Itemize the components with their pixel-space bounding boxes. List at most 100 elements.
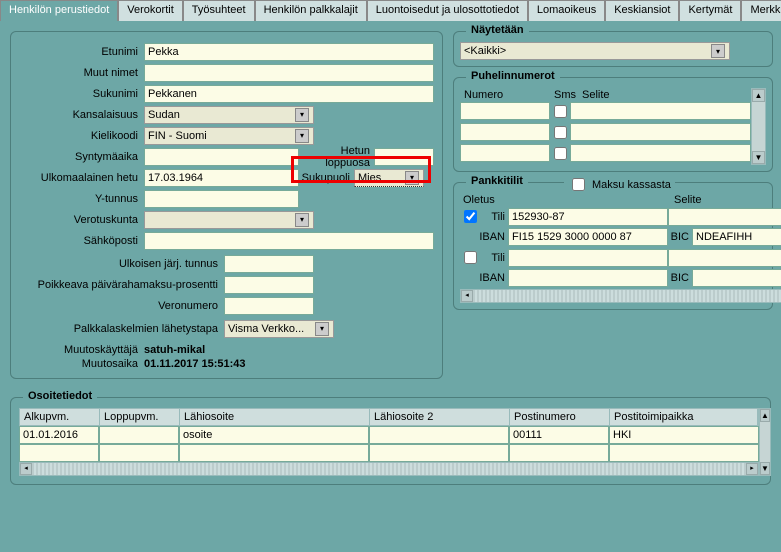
input-sukunimi[interactable] (144, 85, 434, 103)
scroll-down-icon[interactable]: ▼ (760, 462, 770, 475)
select-kansalaisuus-value[interactable] (145, 107, 295, 123)
phone-sms-2[interactable] (554, 126, 567, 139)
addr-loppu-1[interactable] (99, 426, 179, 444)
addr-hscroll[interactable]: ◂ ▸ (19, 462, 759, 476)
input-muut[interactable] (144, 64, 434, 82)
input-ulktunnus[interactable] (224, 255, 314, 273)
addr-postitp-1[interactable] (609, 426, 759, 444)
col-lahiosoite: Lähiosoite (180, 409, 370, 425)
label-lahetys: Palkkalaskelmien lähetystapa (19, 323, 224, 335)
select-kielikoodi-value[interactable] (145, 128, 295, 144)
scroll-left-icon[interactable]: ◂ (20, 463, 32, 475)
scroll-right-icon[interactable]: ▸ (746, 463, 758, 475)
input-poikkeava[interactable] (224, 276, 314, 294)
select-lahetystapa-value[interactable] (225, 321, 315, 337)
phone-numero-3[interactable] (460, 144, 550, 162)
addr-postino-1[interactable] (509, 426, 609, 444)
dropdown-icon[interactable]: ▾ (711, 44, 725, 58)
select-lahetystapa[interactable]: ▾ (224, 320, 334, 338)
bank-oletus-1[interactable] (464, 210, 477, 223)
addr-lahi-2[interactable] (179, 444, 369, 462)
dropdown-icon[interactable]: ▾ (405, 171, 419, 185)
label-veronro: Veronumero (19, 300, 224, 312)
phone-selite-3[interactable] (570, 144, 751, 162)
label-bic2: BIC (668, 272, 692, 284)
bank-bic-2[interactable] (692, 269, 781, 287)
value-muutosaika: 01.11.2017 15:51:43 (144, 358, 246, 370)
addr-scrollbar[interactable]: ▲ ▼ (759, 408, 771, 476)
tab-verokortit[interactable]: Verokortit (118, 0, 182, 21)
scroll-up-icon[interactable]: ▲ (760, 409, 770, 422)
dropdown-icon[interactable]: ▾ (295, 213, 309, 227)
bank-tili-2[interactable] (508, 249, 668, 267)
label-muutosaika: Muutosaika (19, 358, 144, 370)
input-ytunnus[interactable] (144, 190, 299, 208)
label-bic: BIC (668, 231, 692, 243)
dropdown-icon[interactable]: ▾ (295, 108, 309, 122)
bank-bic-1[interactable] (692, 228, 781, 246)
select-kansalaisuus[interactable]: ▾ (144, 106, 314, 124)
addr-postino-2[interactable] (509, 444, 609, 462)
col-loppupvm: Loppupvm. (100, 409, 180, 425)
phone-numero-1[interactable] (460, 102, 550, 120)
addr-lahi-1[interactable] (179, 426, 369, 444)
tab-luontoisedut[interactable]: Luontoisedut ja ulosottotiedot (367, 0, 528, 21)
osoite-title: Osoitetiedot (23, 390, 97, 402)
addr-lahi2-2[interactable] (369, 444, 509, 462)
input-veronumero[interactable] (224, 297, 314, 315)
label-verotusk: Verotuskunta (19, 214, 144, 226)
person-basic-panel: Etunimi Muut nimet Sukunimi Kansalaisuus… (10, 31, 443, 379)
bank-iban-1[interactable] (508, 228, 668, 246)
addr-alku-1[interactable] (19, 426, 99, 444)
bank-oletus-2[interactable] (464, 251, 477, 264)
label-ulkhetu: Ulkomaalainen hetu (19, 172, 144, 184)
phone-selite-2[interactable] (570, 123, 751, 141)
tab-tyosuhteet[interactable]: Työsuhteet (183, 0, 255, 21)
addr-postitp-2[interactable] (609, 444, 759, 462)
select-sukupuoli[interactable]: ▾ (354, 169, 424, 187)
label-iban: IBAN (478, 231, 508, 243)
scroll-left-icon[interactable]: ◂ (461, 290, 473, 302)
label-muutoskayttaja: Muutoskäyttäjä (19, 344, 144, 356)
dropdown-icon[interactable]: ▾ (295, 129, 309, 143)
scroll-up-icon[interactable]: ▲ (752, 89, 765, 102)
input-sahkoposti[interactable] (144, 232, 434, 250)
chk-maksukassasta[interactable] (572, 178, 585, 191)
input-ulkhetu[interactable] (144, 169, 299, 187)
select-verotuskunta-value[interactable] (145, 212, 295, 228)
phone-sms-3[interactable] (554, 147, 567, 160)
addr-alku-2[interactable] (19, 444, 99, 462)
tab-palkkalajit[interactable]: Henkilön palkkalajit (255, 0, 367, 21)
tab-kertymat[interactable]: Kertymät (679, 0, 741, 21)
bank-tili-1[interactable] (508, 208, 668, 226)
phone-scrollbar[interactable]: ▲ ▼ (751, 88, 766, 165)
bank-selite-1[interactable] (668, 208, 781, 226)
scroll-down-icon[interactable]: ▼ (752, 151, 765, 164)
addr-lahi2-1[interactable] (369, 426, 509, 444)
select-naytetaan[interactable]: ▾ (460, 42, 730, 60)
dropdown-icon[interactable]: ▾ (315, 322, 329, 336)
phone-numero-2[interactable] (460, 123, 550, 141)
tab-merkkipaivat[interactable]: Merkkipäivät (741, 0, 781, 21)
input-etunimi[interactable] (144, 43, 434, 61)
col-postitoimipaikka: Postitoimipaikka (610, 409, 758, 425)
tab-perustiedot[interactable]: Henkilön perustiedot (0, 0, 118, 21)
input-hetuloppu[interactable] (374, 148, 434, 166)
label-ulktunnus: Ulkoisen järj. tunnus (19, 258, 224, 270)
tab-keskiansiot[interactable]: Keskiansiot (605, 0, 679, 21)
select-kielikoodi[interactable]: ▾ (144, 127, 314, 145)
input-syntymaaika[interactable] (144, 148, 299, 166)
select-verotuskunta[interactable]: ▾ (144, 211, 314, 229)
tab-lomaoikeus[interactable]: Lomaoikeus (528, 0, 605, 21)
phone-selite-1[interactable] (570, 102, 751, 120)
label-tili2: Tili (478, 252, 508, 264)
col-postinumero: Postinumero (510, 409, 610, 425)
bank-hscroll[interactable]: ◂ ▸ (460, 289, 781, 303)
puhelin-panel: Puhelinnumerot Numero Sms Selite (453, 77, 773, 172)
select-naytetaan-value[interactable] (461, 43, 711, 59)
phone-sms-1[interactable] (554, 105, 567, 118)
bank-selite-2[interactable] (668, 249, 781, 267)
select-sukupuoli-value[interactable] (355, 170, 405, 186)
bank-iban-2[interactable] (508, 269, 668, 287)
addr-loppu-2[interactable] (99, 444, 179, 462)
